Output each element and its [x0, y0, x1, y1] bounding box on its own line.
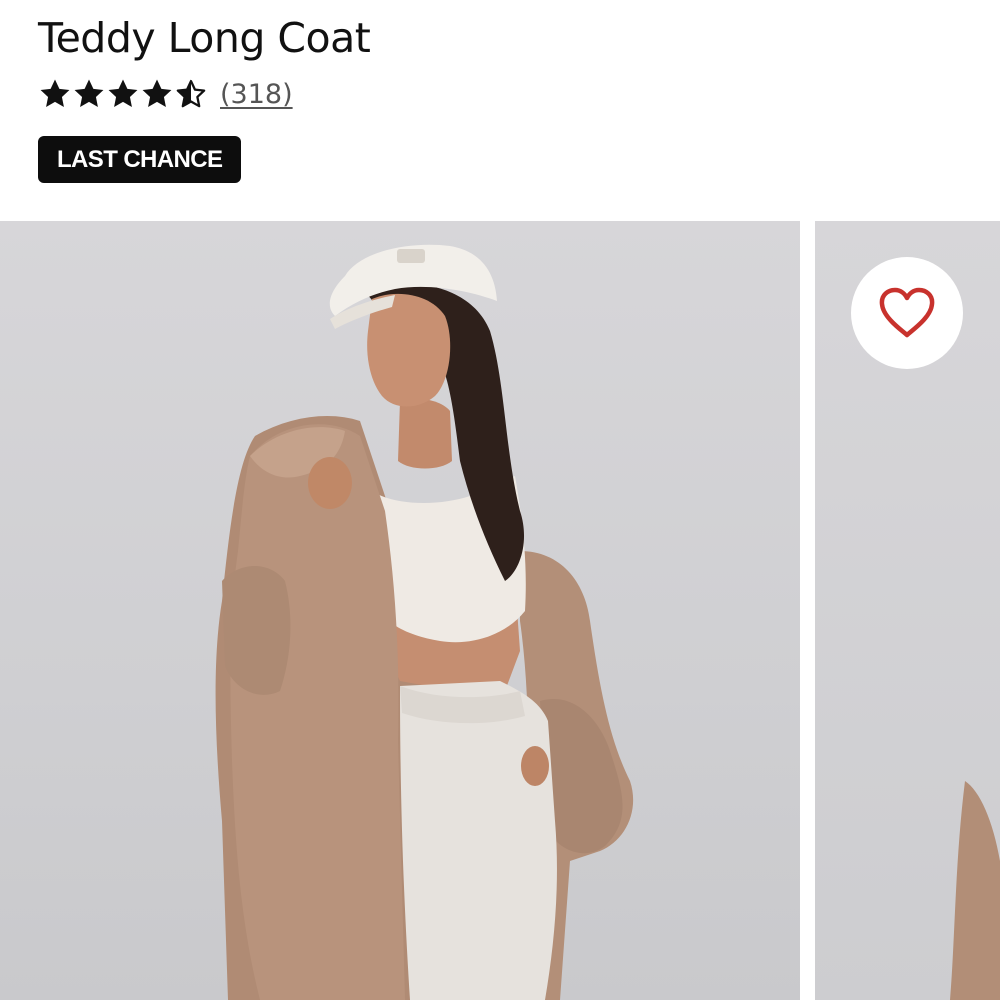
product-image-main[interactable]: [0, 221, 800, 1000]
heart-outline-icon: [879, 287, 935, 338]
star-half-icon: [176, 79, 206, 108]
star-full-icon: [108, 79, 138, 108]
product-image-carousel[interactable]: [0, 221, 1000, 1000]
favorite-button[interactable]: [851, 257, 963, 369]
review-count-link[interactable]: (318): [220, 79, 293, 110]
model-photo: [215, 244, 634, 1000]
star-full-icon: [142, 79, 172, 108]
star-rating: [38, 77, 208, 111]
product-title: Teddy Long Coat: [38, 14, 371, 62]
last-chance-badge: LAST CHANCE: [38, 136, 242, 183]
star-full-icon: [40, 79, 70, 108]
star-full-icon: [74, 79, 104, 108]
rating-row: (318): [38, 74, 293, 114]
product-page: Teddy Long Coat (318) LAST CHANCE: [0, 0, 1000, 1000]
